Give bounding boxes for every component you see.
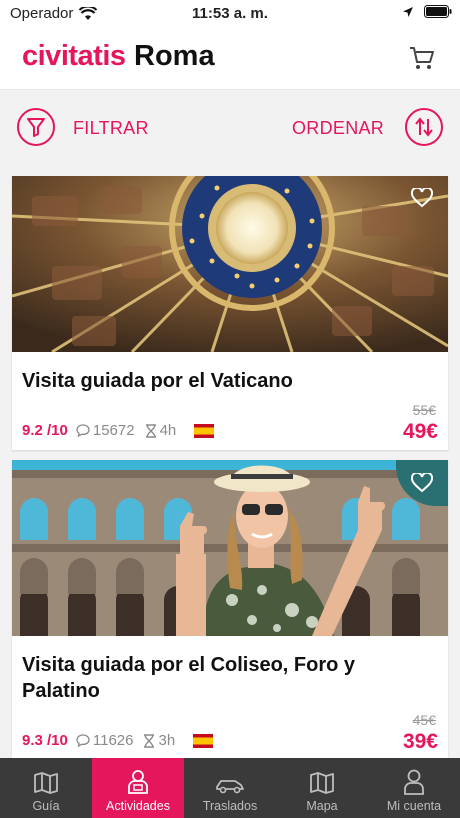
location-arrow-icon xyxy=(403,6,413,17)
activity-meta: 9.2 /10 15672 4h xyxy=(22,422,215,439)
car-icon xyxy=(216,780,244,794)
tab-mi-cuenta[interactable]: Mi cuenta xyxy=(368,758,460,818)
sort-label[interactable]: ORDENAR xyxy=(292,118,384,139)
review-count: 15672 xyxy=(92,422,135,439)
sort-arrows-icon xyxy=(415,117,433,137)
city-title: Roma xyxy=(134,40,215,72)
tab-label: Mi cuenta xyxy=(386,799,442,813)
hourglass-icon xyxy=(145,423,156,438)
tab-label: Actividades xyxy=(106,799,170,813)
activity-title[interactable]: Visita guiada por el Coliseo, Foro y Pal… xyxy=(22,652,422,704)
status-right xyxy=(402,5,452,18)
tab-label: Mapa xyxy=(306,799,338,813)
colosseum-image[interactable] xyxy=(12,460,448,636)
activity-card[interactable]: Visita guiada por el Coliseo, Foro y Pal… xyxy=(12,460,448,758)
duration: 4h xyxy=(145,422,177,439)
price: 39€ xyxy=(402,730,438,753)
dome-illustration xyxy=(12,176,448,352)
tab-label: Guía xyxy=(32,799,60,813)
filter-sort-bar: FILTRAR ORDENAR xyxy=(0,90,460,168)
activity-meta: 9.3 /10 11626 3h xyxy=(22,732,214,749)
reviews: 15672 xyxy=(76,422,135,439)
favorite-button[interactable] xyxy=(396,176,448,220)
colosseum-illustration xyxy=(12,460,448,636)
bottom-tab-bar: Guía Actividades Traslados Mapa Mi cuent… xyxy=(0,758,460,818)
activity-card[interactable]: Visita guiada por el Vaticano 9.2 /10 15… xyxy=(12,176,448,450)
cart-icon[interactable] xyxy=(408,44,436,72)
user-icon xyxy=(404,769,424,795)
duration: 3h xyxy=(143,732,175,749)
price: 49€ xyxy=(402,420,438,443)
comment-icon xyxy=(76,734,90,747)
app-header: civitatis Roma xyxy=(0,28,460,90)
tab-actividades[interactable]: Actividades xyxy=(92,758,184,818)
tab-mapa[interactable]: Mapa xyxy=(276,758,368,818)
old-price: 45€ xyxy=(412,712,436,728)
map-icon xyxy=(310,772,334,794)
civitatis-logo[interactable]: civitatis xyxy=(22,40,126,73)
map-book-icon xyxy=(34,772,58,794)
duration-value: 4h xyxy=(159,422,177,439)
reviews: 11626 xyxy=(76,732,134,749)
spain-flag-icon xyxy=(193,733,214,748)
rating: 9.2 /10 xyxy=(22,422,68,439)
review-count: 11626 xyxy=(92,732,134,749)
vatican-dome-image[interactable] xyxy=(12,176,448,352)
duration-value: 3h xyxy=(158,732,176,749)
rating: 9.3 /10 xyxy=(22,732,68,749)
status-time: 11:53 a. m. xyxy=(192,5,268,22)
old-price: 55€ xyxy=(412,402,436,418)
spain-flag-icon xyxy=(194,423,215,438)
comment-icon xyxy=(76,424,90,437)
tab-traslados[interactable]: Traslados xyxy=(184,758,276,818)
heart-icon xyxy=(411,473,433,493)
tab-guia[interactable]: Guía xyxy=(0,758,92,818)
status-bar: Operador 11:53 a. m. xyxy=(0,0,460,28)
guide-person-icon xyxy=(128,770,148,794)
activity-title[interactable]: Visita guiada por el Vaticano xyxy=(22,368,422,394)
funnel-icon xyxy=(27,118,45,137)
heart-icon xyxy=(411,188,433,208)
tab-label: Traslados xyxy=(202,799,258,813)
filter-label[interactable]: FILTRAR xyxy=(73,118,149,139)
battery-icon xyxy=(424,5,452,18)
hourglass-icon xyxy=(144,733,155,748)
sort-button[interactable] xyxy=(405,108,443,146)
filter-button[interactable] xyxy=(17,108,55,146)
